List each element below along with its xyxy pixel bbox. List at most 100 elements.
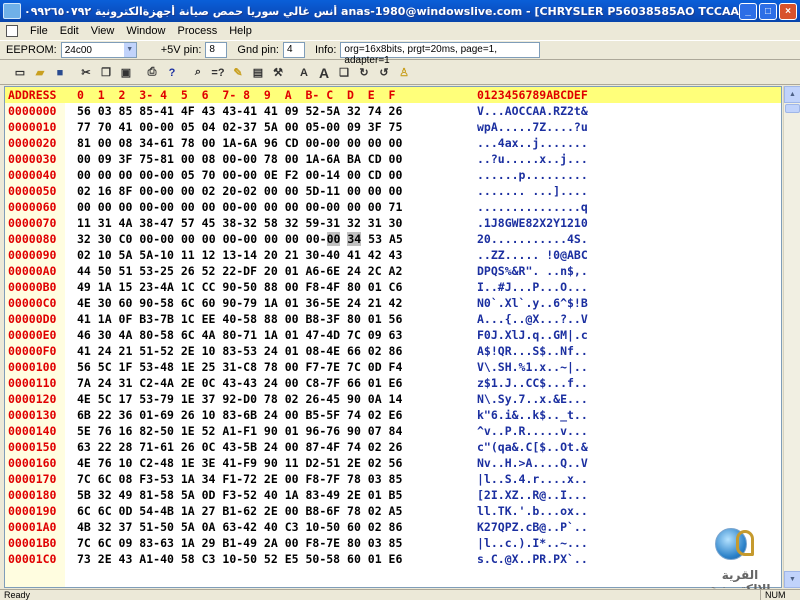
close-button[interactable]: × — [779, 2, 797, 20]
scroll-thumb[interactable] — [785, 104, 800, 113]
row-bytes[interactable]: 5B 32 49 81-58 5A 0D F3-52 40 1A 83-49 2… — [77, 487, 402, 503]
row-bytes[interactable]: 46 30 4A 80-58 6C 4A 80-71 1A 01 47-4D 7… — [77, 327, 402, 343]
row-ascii[interactable]: N0`.Xl`.y..6^$!B — [477, 295, 588, 311]
maximize-button[interactable]: □ — [759, 2, 777, 20]
row-bytes[interactable]: 11 31 4A 38-47 57 45 38-32 58 32 59-31 3… — [77, 215, 402, 231]
hex-row[interactable]: 00000A0 44 50 51 53-25 26 52 22-DF 20 01 … — [5, 263, 781, 279]
row-ascii[interactable]: 20...........4S. — [477, 231, 588, 247]
row-bytes[interactable]: 00 09 3F 75-81 00 08 00-00 78 00 1A-6A B… — [77, 151, 402, 167]
info-field[interactable]: org=16x8bits, prgt=20ms, page=1, adapter… — [340, 42, 541, 66]
hex-row[interactable]: 00000C0 4E 30 60 90-58 6C 60 90-79 1A 01 … — [5, 295, 781, 311]
cut-icon[interactable]: ✂ — [76, 63, 96, 83]
help-icon[interactable]: ? — [162, 63, 182, 83]
menu-process[interactable]: Process — [171, 25, 223, 37]
hex-row[interactable]: 00000E0 46 30 4A 80-58 6C 4A 80-71 1A 01 … — [5, 327, 781, 343]
row-ascii[interactable]: ll.TK.'.b...ox.. — [477, 503, 588, 519]
row-ascii[interactable]: z$1.J..CC$...f.. — [477, 375, 588, 391]
row-bytes[interactable]: 41 24 21 51-52 2E 10 83-53 24 01 08-4E 6… — [77, 343, 402, 359]
save-icon[interactable]: ■ — [50, 63, 70, 83]
hex-row[interactable]: 0000020 81 00 08 34-61 78 00 1A-6A 96 CD … — [5, 135, 781, 151]
row-ascii[interactable]: ^v..P.R.....v... — [477, 423, 588, 439]
hex-row[interactable]: 0000050 02 16 8F 00-00 00 02 20-02 00 00 … — [5, 183, 781, 199]
row-bytes[interactable]: 02 16 8F 00-00 00 02 20-02 00 00 5D-11 0… — [77, 183, 402, 199]
hex-row[interactable]: 0000080 32 30 C0 00-00 00 00 00-00 00 00 … — [5, 231, 781, 247]
new-icon[interactable]: ▭ — [10, 63, 30, 83]
row-ascii[interactable]: ......p......... — [477, 167, 588, 183]
row-ascii[interactable]: A$!QR...S$..Nf.. — [477, 343, 588, 359]
row-bytes[interactable]: 41 1A 0F B3-7B 1C EE 40-58 88 00 B8-3F 8… — [77, 311, 402, 327]
save-as-icon[interactable]: ▤ — [248, 63, 268, 83]
row-bytes[interactable]: 4B 32 37 51-50 5A 0A 63-42 40 C3 10-50 6… — [77, 519, 402, 535]
row-bytes[interactable]: 49 1A 15 23-4A 1C CC 90-50 88 00 F8-4F 8… — [77, 279, 402, 295]
row-bytes[interactable]: 02 10 5A 5A-10 11 12 13-14 20 21 30-40 4… — [77, 247, 402, 263]
hex-row[interactable]: 0000030 00 09 3F 75-81 00 08 00-00 78 00 … — [5, 151, 781, 167]
hex-row[interactable]: 00000B0 49 1A 15 23-4A 1C CC 90-50 88 00 … — [5, 279, 781, 295]
row-ascii[interactable]: A...{..@X...?..V — [477, 311, 588, 327]
row-ascii[interactable]: V\.SH.%1.x..~|.. — [477, 359, 588, 375]
hex-row[interactable]: 0000140 5E 76 16 82-50 1E 52 A1-F1 90 01 … — [5, 423, 781, 439]
row-bytes[interactable]: 5E 76 16 82-50 1E 52 A1-F1 90 01 96-76 9… — [77, 423, 402, 439]
hex-row[interactable]: 00000F0 41 24 21 51-52 2E 10 83-53 24 01 … — [5, 343, 781, 359]
hex-row[interactable]: 0000150 63 22 28 71-61 26 0C 43-5B 24 00 … — [5, 439, 781, 455]
refresh-icon[interactable]: ↻ — [354, 63, 374, 83]
row-bytes[interactable]: 4E 30 60 90-58 6C 60 90-79 1A 01 36-5E 2… — [77, 295, 402, 311]
row-ascii[interactable]: F0J.XlJ.q..GM|.c — [477, 327, 588, 343]
refresh2-icon[interactable]: ↺ — [374, 63, 394, 83]
row-ascii[interactable]: I..#J...P...O... — [477, 279, 588, 295]
hex-row[interactable]: 0000160 4E 76 10 C2-48 1E 3E 41-F9 90 11 … — [5, 455, 781, 471]
row-bytes[interactable]: 81 00 08 34-61 78 00 1A-6A 96 CD 00-00 0… — [77, 135, 402, 151]
minimize-button[interactable]: _ — [739, 2, 757, 20]
document-icon[interactable] — [6, 25, 18, 37]
hex-row[interactable]: 0000120 4E 5C 17 53-79 1E 37 92-D0 78 02 … — [5, 391, 781, 407]
font-a-large-icon[interactable]: A — [314, 63, 334, 83]
row-bytes[interactable]: 73 2E 43 A1-40 58 C3 10-50 52 E5 50-58 6… — [77, 551, 402, 567]
row-bytes[interactable]: 00 00 00 00-00 00 00 00-00 00 00 00-00 0… — [77, 199, 402, 215]
menu-view[interactable]: View — [85, 25, 121, 37]
hex-row[interactable]: 0000190 6C 6C 0D 54-4B 1A 27 B1-62 2E 00 … — [5, 503, 781, 519]
font-a-icon[interactable]: A — [294, 63, 314, 83]
row-ascii[interactable]: ....... ...].... — [477, 183, 588, 199]
row-ascii[interactable]: .1J8GWE82X2Y1210 — [477, 215, 588, 231]
open-icon[interactable]: ▰ — [30, 63, 50, 83]
hex-row[interactable]: 0000100 56 5C 1F 53-48 1E 25 31-C8 78 00 … — [5, 359, 781, 375]
find-icon[interactable]: ⌕ — [188, 63, 208, 83]
hex-row[interactable]: 00001C0 73 2E 43 A1-40 58 C3 10-50 52 E5 … — [5, 551, 781, 567]
hex-row[interactable]: 0000070 11 31 4A 38-47 57 45 38-32 58 32 … — [5, 215, 781, 231]
gndpin-input[interactable]: 4 — [283, 42, 305, 58]
hex-row[interactable]: 0000010 77 70 41 00-00 05 04 02-37 5A 00 … — [5, 119, 781, 135]
row-bytes[interactable]: 56 5C 1F 53-48 1E 25 31-C8 78 00 F7-7E 7… — [77, 359, 402, 375]
chevron-down-icon[interactable]: ▼ — [123, 43, 136, 57]
row-ascii[interactable]: ..?u.....x..j... — [477, 151, 588, 167]
row-ascii[interactable]: V...AOCCAA.RZ2t& — [477, 103, 588, 119]
hex-row[interactable]: 00000D0 41 1A 0F B3-7B 1C EE 40-58 88 00 … — [5, 311, 781, 327]
row-ascii[interactable]: Nv..H.>A....Q..V — [477, 455, 588, 471]
menu-edit[interactable]: Edit — [54, 25, 85, 37]
row-bytes[interactable]: 6B 22 36 01-69 26 10 83-6B 24 00 B5-5F 7… — [77, 407, 402, 423]
menu-file[interactable]: File — [24, 25, 54, 37]
eeprom-select[interactable]: 24c00 ▼ — [60, 42, 137, 58]
row-bytes[interactable]: 6C 6C 0D 54-4B 1A 27 B1-62 2E 00 B8-6F 7… — [77, 503, 402, 519]
program-icon[interactable]: ♙ — [394, 63, 414, 83]
row-bytes[interactable]: 00 00 00 00-00 05 70 00-00 0E F2 00-14 0… — [77, 167, 402, 183]
row-ascii[interactable]: k"6.i&..k$.._t.. — [477, 407, 588, 423]
row-bytes[interactable]: 7C 6C 08 F3-53 1A 34 F1-72 2E 00 F8-7F 7… — [77, 471, 402, 487]
hex-row[interactable]: 0000130 6B 22 36 01-69 26 10 83-6B 24 00 … — [5, 407, 781, 423]
row-ascii[interactable]: ...............q — [477, 199, 588, 215]
row-bytes[interactable]: 44 50 51 53-25 26 52 22-DF 20 01 A6-6E 2… — [77, 263, 402, 279]
scroll-up-icon[interactable]: ▲ — [784, 86, 800, 103]
row-bytes[interactable]: 63 22 28 71-61 26 0C 43-5B 24 00 87-4F 7… — [77, 439, 402, 455]
vertical-scrollbar[interactable]: ▲ ▼ — [783, 86, 800, 588]
row-bytes[interactable]: 4E 5C 17 53-79 1E 37 92-D0 78 02 26-45 9… — [77, 391, 402, 407]
row-ascii[interactable]: [2I.XZ..R@..I... — [477, 487, 588, 503]
row-ascii[interactable]: N\.Sy.7..x.&E... — [477, 391, 588, 407]
row-ascii[interactable]: |l..c.).I*..~... — [477, 535, 588, 551]
menu-window[interactable]: Window — [120, 25, 171, 37]
menu-help[interactable]: Help — [223, 25, 258, 37]
row-ascii[interactable]: ...4ax..j....... — [477, 135, 588, 151]
row-bytes[interactable]: 32 30 C0 00-00 00 00 00-00 00 00 00-00 3… — [77, 231, 403, 247]
paste-icon[interactable]: ▣ — [116, 63, 136, 83]
hex-row[interactable]: 0000000 56 03 85 85-41 4F 43 43-41 41 09 … — [5, 103, 781, 119]
row-ascii[interactable]: K27QPZ.cB@..P`.. — [477, 519, 588, 535]
hex-row[interactable]: 0000090 02 10 5A 5A-10 11 12 13-14 20 21 … — [5, 247, 781, 263]
row-bytes[interactable]: 56 03 85 85-41 4F 43 43-41 41 09 52-5A 3… — [77, 103, 402, 119]
